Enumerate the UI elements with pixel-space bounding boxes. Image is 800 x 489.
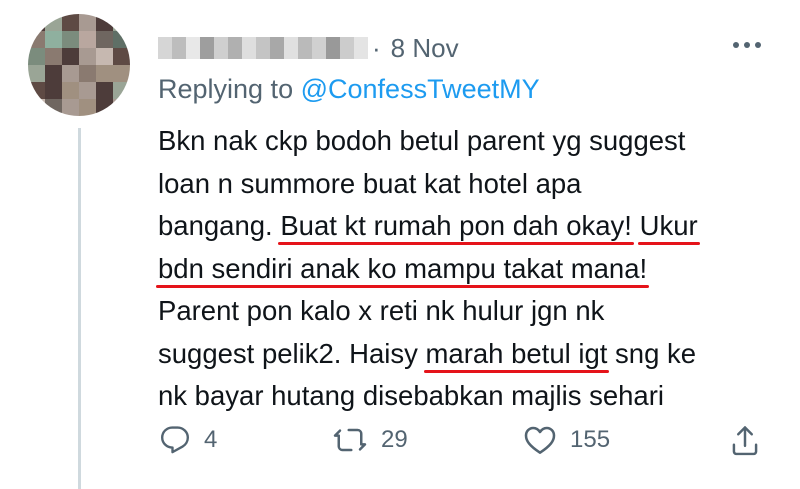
avatar-pixel <box>113 31 130 48</box>
like-count: 155 <box>570 426 611 453</box>
tweet-line: loan n summore buat kat hotel apa <box>158 163 788 206</box>
avatar-pixel <box>96 31 113 48</box>
avatar-pixel <box>28 65 45 82</box>
reply-count: 4 <box>204 426 218 453</box>
blurred-name-pixel <box>256 37 270 59</box>
underlined-text: Ukur <box>639 210 698 241</box>
reply-icon <box>161 426 189 454</box>
underlined-text: bdn sendiri anak ko mampu takat mana! <box>158 252 648 284</box>
avatar-pixel <box>79 31 96 48</box>
avatar-pixel <box>113 14 130 31</box>
tweet-text-segment: bangang. <box>158 210 281 241</box>
tweet-line: bdn sendiri anak ko mampu takat mana! <box>158 248 788 291</box>
like-icon <box>524 426 556 454</box>
blurred-display-name[interactable] <box>158 37 368 59</box>
avatar-pixel <box>113 99 130 116</box>
avatar-pixel <box>113 48 130 65</box>
tweet-text-segment: suggest pelik2. Haisy <box>158 337 426 369</box>
retweet-button[interactable]: 29 <box>333 425 408 455</box>
date-separator: · <box>372 32 381 63</box>
tweet-text-segment: sng ke <box>607 337 697 369</box>
avatar-pixel <box>28 31 45 48</box>
tweet-text: Bkn nak ckp bodoh betul parent yg sugges… <box>158 120 788 418</box>
blurred-name-pixel <box>186 37 200 59</box>
tweet-text-segment: Bkn nak ckp bodoh betul parent yg sugges… <box>158 125 686 156</box>
blurred-name-pixel <box>200 37 214 59</box>
tweet-text-segment: nk bayar hutang disebabkan majlis sehari <box>158 380 664 411</box>
avatar-pixel <box>62 99 79 116</box>
avatar-pixel <box>79 82 96 99</box>
replying-prefix: Replying to <box>158 74 294 104</box>
avatar-pixel <box>113 82 130 99</box>
like-button[interactable]: 155 <box>524 425 610 455</box>
avatar-pixel <box>62 48 79 65</box>
avatar-pixel <box>45 99 62 116</box>
tweet-line: Bkn nak ckp bodoh betul parent yg sugges… <box>158 120 788 163</box>
avatar-pixel <box>79 48 96 65</box>
underlined-text: Buat kt rumah pon dah okay! <box>280 210 632 241</box>
avatar-pixel <box>79 65 96 82</box>
avatar-pixel <box>96 82 113 99</box>
tweet-line: bangang. Buat kt rumah pon dah okay! Uku… <box>158 205 788 248</box>
tweet-line: nk bayar hutang disebabkan majlis sehari <box>158 375 788 418</box>
avatar-pixel <box>96 48 113 65</box>
avatar-pixel <box>28 99 45 116</box>
retweet-count: 29 <box>381 426 408 453</box>
blurred-name-pixel <box>242 37 256 59</box>
tweet-line: Parent pon kalo x reti nk hulur jgn nk <box>158 290 788 333</box>
avatar-pixel <box>62 82 79 99</box>
avatar-pixel <box>79 99 96 116</box>
blurred-name-pixel <box>340 37 354 59</box>
avatar-pixel <box>28 14 45 31</box>
avatar-pixel <box>113 65 130 82</box>
avatar-pixel <box>62 31 79 48</box>
avatar-pixel <box>62 14 79 31</box>
avatar-pixel <box>28 48 45 65</box>
blurred-name-pixel <box>158 37 172 59</box>
retweet-icon <box>333 428 367 452</box>
tweet-line: suggest pelik2. Haisy marah betul igt sn… <box>158 333 788 376</box>
blurred-name-pixel <box>326 37 340 59</box>
avatar-pixel <box>79 14 96 31</box>
blurred-name-pixel <box>214 37 228 59</box>
blurred-name-pixel <box>228 37 242 59</box>
replying-handle-link[interactable]: @ConfessTweetMY <box>301 74 540 104</box>
share-icon <box>732 426 758 456</box>
blurred-name-pixel <box>284 37 298 59</box>
avatar-pixel <box>45 65 62 82</box>
blurred-name-pixel <box>354 37 368 59</box>
avatar-pixel <box>62 65 79 82</box>
avatar-pixel <box>45 48 62 65</box>
avatar[interactable] <box>28 14 130 116</box>
avatar-pixel <box>45 31 62 48</box>
avatar-pixel <box>96 14 113 31</box>
avatar-pixel <box>45 14 62 31</box>
blurred-name-pixel <box>298 37 312 59</box>
tweet-text-segment: loan n summore buat kat hotel apa <box>158 167 582 199</box>
tweet-actions: 4 29 155 <box>0 425 800 475</box>
tweet-header: · 8 Nov <box>158 28 459 68</box>
blurred-name-pixel <box>270 37 284 59</box>
share-button[interactable] <box>730 425 760 457</box>
tweet-date[interactable]: 8 Nov <box>391 33 459 64</box>
blurred-name-pixel <box>172 37 186 59</box>
avatar-pixel <box>96 65 113 82</box>
more-icon[interactable] <box>733 38 767 52</box>
reply-button[interactable]: 4 <box>160 425 217 455</box>
avatar-pixel <box>96 99 113 116</box>
underlined-text: marah betul igt <box>425 337 608 369</box>
tweet-text-segment <box>632 210 640 241</box>
avatar-pixel <box>28 82 45 99</box>
replying-to: Replying to @ConfessTweetMY <box>158 74 540 105</box>
blurred-name-pixel <box>312 37 326 59</box>
avatar-pixel <box>45 82 62 99</box>
tweet-text-segment: Parent pon kalo x reti nk hulur jgn nk <box>158 295 605 326</box>
